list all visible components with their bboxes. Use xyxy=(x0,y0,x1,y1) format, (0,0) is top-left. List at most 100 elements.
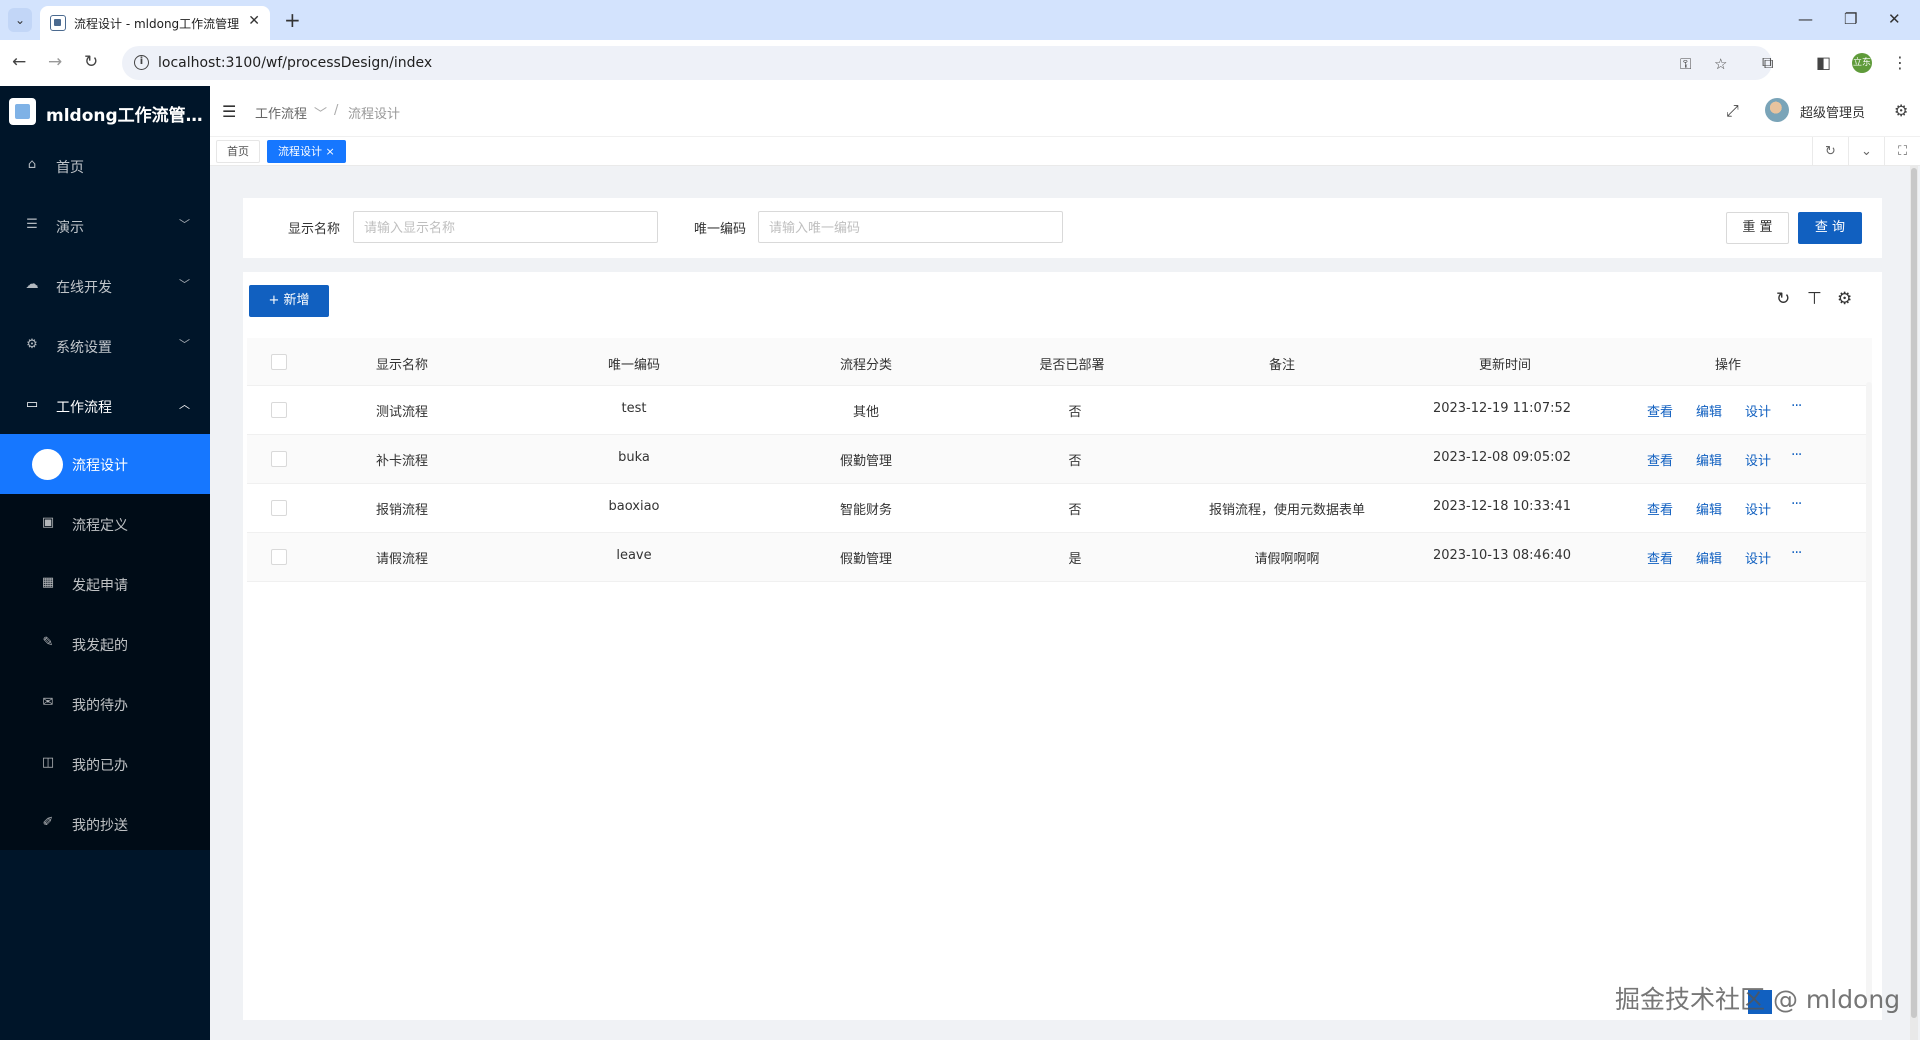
table-row: 补卡流程 buka 假勤管理 否 2023-12-08 09:05:02 查看 … xyxy=(247,435,1867,484)
breadcrumb-workflow[interactable]: 工作流程 xyxy=(255,103,307,122)
page-scrollbar[interactable] xyxy=(1910,166,1918,1040)
edit-link[interactable]: 编辑 xyxy=(1696,450,1722,469)
sidebar-item-home[interactable]: ⌂ 首页 xyxy=(0,136,210,196)
new-tab-icon[interactable]: + xyxy=(284,8,301,32)
sidebar-item-settings[interactable]: ⚙ 系统设置 ﹀ xyxy=(0,316,210,376)
side-panel-icon[interactable]: ◧ xyxy=(1816,53,1831,72)
gear-icon: ⚙ xyxy=(26,337,38,352)
code-search-input[interactable] xyxy=(758,211,1063,243)
design-link[interactable]: 设计 xyxy=(1745,401,1771,420)
edit-link[interactable]: 编辑 xyxy=(1696,401,1722,420)
more-actions-icon[interactable]: ··· xyxy=(1791,398,1802,414)
more-actions-icon[interactable]: ··· xyxy=(1791,496,1802,512)
name-search-input[interactable] xyxy=(353,211,658,243)
close-window-icon[interactable]: ✕ xyxy=(1888,10,1901,28)
minimize-icon[interactable]: — xyxy=(1798,10,1813,28)
sidebar-item-label: 我发起的 xyxy=(72,638,128,654)
settings-icon[interactable]: ⚙ xyxy=(1894,101,1908,120)
avatar[interactable] xyxy=(1765,98,1789,122)
view-link[interactable]: 查看 xyxy=(1647,450,1673,469)
browser-tab-title: 流程设计 - mldong工作流管理 xyxy=(74,17,240,31)
bookmark-star-icon[interactable]: ☆ xyxy=(1714,55,1727,73)
edit-link[interactable]: 编辑 xyxy=(1696,499,1722,518)
refresh-tab-icon[interactable]: ↻ xyxy=(1812,137,1848,166)
table-settings-icon[interactable]: ⚙ xyxy=(1837,289,1852,309)
design-link[interactable]: 设计 xyxy=(1745,499,1771,518)
fullscreen-icon[interactable]: ⤢ xyxy=(1726,101,1739,121)
sidebar-item-workflow[interactable]: ▭ 工作流程 ︿ xyxy=(0,376,210,436)
extensions-icon[interactable]: ⧉ xyxy=(1762,53,1773,73)
cell-category: 假勤管理 xyxy=(839,454,892,469)
close-tab-icon[interactable]: ✕ xyxy=(248,13,260,29)
reload-icon[interactable]: ↻ xyxy=(84,52,98,72)
restore-icon[interactable]: ❐ xyxy=(1844,10,1857,28)
cell-updated: 2023-12-18 10:33:41 xyxy=(1432,499,1572,514)
address-bar[interactable]: i localhost:3100/wf/processDesign/index … xyxy=(122,46,1772,80)
profile-avatar[interactable]: 立东 xyxy=(1852,53,1872,73)
cloud-icon: ☁ xyxy=(25,277,39,292)
query-button[interactable]: 查 询 xyxy=(1798,212,1862,244)
row-checkbox[interactable] xyxy=(271,451,287,467)
view-link[interactable]: 查看 xyxy=(1647,401,1673,420)
sidebar-item-process-definition[interactable]: ▣ 流程定义 xyxy=(0,494,210,554)
user-name[interactable]: 超级管理员 xyxy=(1800,102,1865,121)
sidebar-item-online-dev[interactable]: ☁ 在线开发 ﹀ xyxy=(0,256,210,316)
cell-updated: 2023-12-19 11:07:52 xyxy=(1432,401,1572,416)
site-info-icon[interactable]: i xyxy=(134,55,149,70)
sidebar-item-label: 工作流程 xyxy=(56,400,112,416)
tab-process-design[interactable]: 流程设计 × xyxy=(267,140,346,163)
reset-button[interactable]: 重 置 xyxy=(1726,212,1789,244)
sidebar-item-demo[interactable]: ☰ 演示 ﹀ xyxy=(0,196,210,256)
cell-deployed: 否 xyxy=(1068,503,1082,518)
logo-icon xyxy=(9,98,36,125)
sidebar-item-my-cc[interactable]: ✐ 我的抄送 xyxy=(0,794,210,854)
row-checkbox[interactable] xyxy=(271,402,287,418)
sidebar-item-start-request[interactable]: ▦ 发起申请 xyxy=(0,554,210,614)
more-actions-icon[interactable]: ··· xyxy=(1791,447,1802,463)
tab-search-icon[interactable]: ⌄ xyxy=(8,8,32,32)
code-label: 唯一编码 xyxy=(694,222,747,237)
view-link[interactable]: 查看 xyxy=(1647,499,1673,518)
add-button[interactable]: + 新增 xyxy=(249,285,329,317)
chevron-down-icon: ﹀ xyxy=(179,278,190,291)
back-icon[interactable]: ← xyxy=(12,52,26,72)
key-icon[interactable]: ⚿ xyxy=(1680,55,1691,73)
sidebar-item-my-done[interactable]: ◫ 我的已办 xyxy=(0,734,210,794)
row-checkbox[interactable] xyxy=(271,500,287,516)
table-scrollbar[interactable] xyxy=(1866,382,1872,1002)
design-link[interactable]: 设计 xyxy=(1745,548,1771,567)
sidebar-item-process-design[interactable]: 流程设计 xyxy=(0,434,210,494)
name-label: 显示名称 xyxy=(288,222,341,237)
browser-tab[interactable]: 流程设计 - mldong工作流管理 ✕ xyxy=(40,6,270,40)
app-logo[interactable]: mldong工作流管理... xyxy=(0,86,210,136)
select-all-checkbox[interactable] xyxy=(271,354,287,370)
column-header: 显示名称 xyxy=(375,358,428,373)
sidebar-item-my-started[interactable]: ✎ 我发起的 xyxy=(0,614,210,674)
edit-link[interactable]: 编辑 xyxy=(1696,548,1722,567)
more-actions-icon[interactable]: ··· xyxy=(1791,545,1802,561)
image-icon: ▣ xyxy=(41,515,55,530)
column-header: 操作 xyxy=(1714,358,1741,373)
design-link[interactable]: 设计 xyxy=(1745,450,1771,469)
chevron-down-icon[interactable]: ⌄ xyxy=(1848,137,1884,166)
page-tabbar: 首页 流程设计 × ↻ ⌄ ⛶ xyxy=(210,136,1920,166)
column-header: 是否已部署 xyxy=(1039,358,1105,373)
sidebar-item-my-todo[interactable]: ✉ 我的待办 xyxy=(0,674,210,734)
column-height-icon[interactable]: ⊤ xyxy=(1807,289,1822,309)
app-header: ☰ 工作流程 ﹀ / 流程设计 ⤢ 超级管理员 ⚙ xyxy=(210,86,1920,136)
tab-home[interactable]: 首页 xyxy=(216,140,260,163)
menu-fold-icon[interactable]: ☰ xyxy=(222,102,236,121)
forward-icon[interactable]: → xyxy=(48,52,62,72)
mail-icon: ✉ xyxy=(42,695,54,710)
expand-icon[interactable]: ⛶ xyxy=(1884,137,1920,166)
favicon-icon xyxy=(50,15,66,31)
cell-category: 智能财务 xyxy=(839,503,892,518)
view-link[interactable]: 查看 xyxy=(1647,548,1673,567)
column-header: 流程分类 xyxy=(839,358,892,373)
more-menu-icon[interactable]: ⋮ xyxy=(1892,53,1908,72)
cell-code: baoxiao xyxy=(608,499,660,514)
refresh-icon[interactable]: ↻ xyxy=(1776,289,1790,309)
table-card: + 新增 ↻ ⊤ ⚙ 显示名称 唯一编码 流程分类 是否已部署 备注 更新时间 … xyxy=(243,272,1882,1020)
url-text[interactable]: localhost:3100/wf/processDesign/index xyxy=(158,55,432,71)
row-checkbox[interactable] xyxy=(271,549,287,565)
